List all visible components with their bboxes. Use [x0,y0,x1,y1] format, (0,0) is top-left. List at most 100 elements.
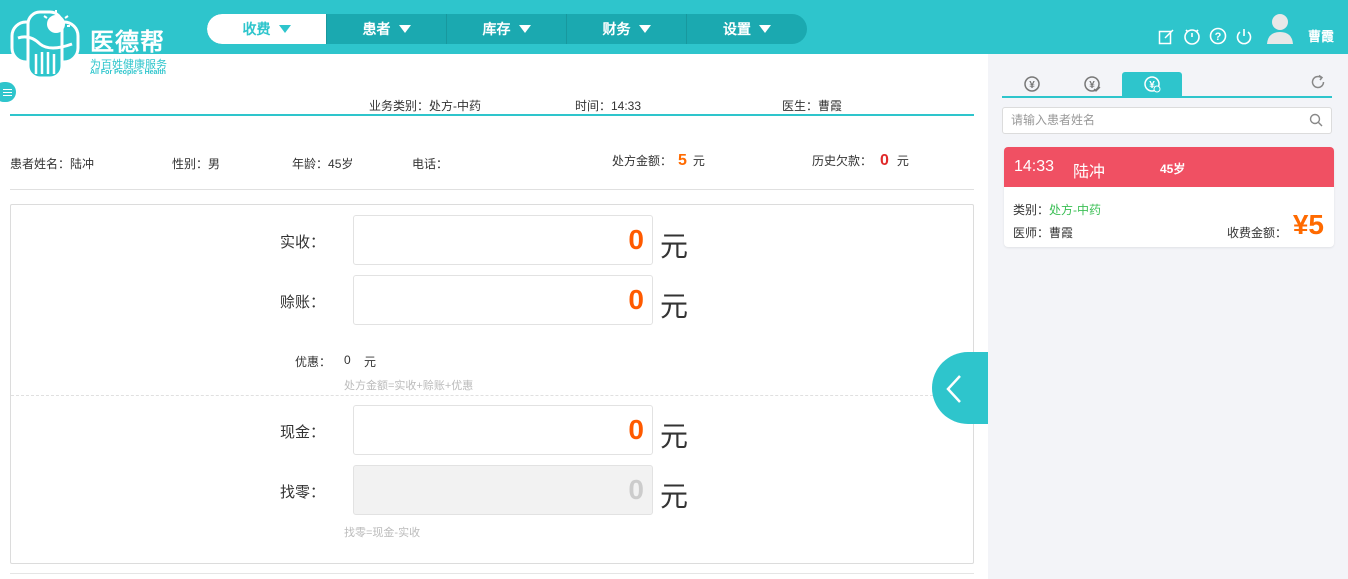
patient-name-label: 患者姓名： [10,157,71,171]
menu-toggle-icon[interactable] [0,82,16,102]
nav-item-inventory[interactable]: 库存 [447,14,567,44]
order-fee-amount: ¥5 [1292,209,1324,240]
payment-card: 实收： 0 元 赊账： 0 元 优惠： 0 元 处方金额=实收+赊账+优惠 现金… [10,204,974,564]
chevron-left-icon [946,375,961,403]
nav-item-settings[interactable]: 设置 [687,14,807,44]
discount-label: 优惠： [295,355,332,369]
header-icon-group: ? [1156,26,1254,46]
nav-item-label: 收费 [242,21,271,37]
order-patient-age: 45岁 [1160,162,1186,176]
logo: 医德帮 为百姓健康服务 All For People's Health [10,6,210,80]
prescription-amount: 处方金额： 5 元 [612,152,705,170]
formula-hint-amount: 处方金额=实收+赊账+优惠 [344,380,474,392]
nav-item-label: 设置 [723,21,751,37]
order-time: 14:33 [1014,158,1055,175]
discount-unit: 元 [364,355,377,369]
tab-unpaid[interactable]: ¥ [1002,72,1062,96]
order-type-value: 处方-中药 [1049,203,1102,217]
svg-text:?: ? [1215,31,1222,43]
business-type: 业务类别：处方-中药 [369,99,481,113]
prescription-amount-label: 处方金额： [612,154,673,168]
search-icon[interactable] [1309,113,1323,127]
brand-slogan-en: All For People's Health [90,69,166,76]
history-debt-label: 历史欠款： [812,154,873,168]
chevron-down-icon [518,25,531,33]
patient-divider [10,189,974,190]
patient-age-label: 年龄： [292,157,329,171]
patient-name: 患者姓名：陆冲 [10,155,94,172]
nav-item-label: 库存 [482,21,511,37]
record-doctor: 医生：曹霞 [782,99,843,113]
nav-item-label: 患者 [362,21,391,37]
card-edge-decoration [10,560,974,568]
order-tabs: ¥ ¥ ¥ [1002,72,1332,98]
patient-gender: 性别：男 [172,155,220,172]
edit-icon[interactable] [1156,26,1176,46]
tab-pending[interactable]: ¥ [1122,72,1182,96]
dashed-divider [11,395,973,396]
change-input: 0 [353,465,653,515]
order-card-body: 类别：处方-中药 医师：曹霞 收费金额： ¥5 [1004,187,1334,247]
svg-text:¥: ¥ [1029,80,1035,91]
order-patient-name: 陆冲 [1073,164,1106,181]
cash-label: 现金： [279,424,325,441]
record-time: 时间：14:33 [575,99,642,113]
order-card-header: 14:33 陆冲 45岁 [1004,147,1334,187]
patient-name-value: 陆冲 [70,157,95,171]
order-fee-label: 收费金额： [1227,226,1288,240]
received-label: 实收： [279,234,325,251]
yuan-coin-clock-icon: ¥ [1144,76,1161,93]
help-icon[interactable]: ? [1208,26,1228,46]
cash-unit: 元 [660,421,689,452]
username[interactable]: 曹霞 [1308,26,1334,45]
history-debt: 历史欠款： 0 元 [812,152,909,170]
change-label: 找零： [279,484,325,501]
chevron-down-icon [278,25,291,33]
logo-mark-icon [10,10,80,80]
nav-item-finance[interactable]: 财务 [567,14,687,44]
nav-item-charge[interactable]: 收费 [207,14,327,44]
prescription-amount-value: 5 [678,152,687,169]
patient-gender-value: 男 [208,157,221,171]
bottom-divider [10,573,974,574]
chevron-down-icon [638,25,651,33]
patient-age-value: 45岁 [328,157,354,171]
main-nav: 收费 患者 库存 财务 设置 [207,14,807,44]
order-doctor-label: 医师： [1013,226,1050,240]
received-input[interactable]: 0 [353,215,653,265]
order-type: 类别：处方-中药 [1013,201,1101,218]
chevron-down-icon [759,25,771,33]
change-unit: 元 [660,481,689,512]
yuan-coin-icon: ¥ [1024,76,1040,92]
credit-input[interactable]: 0 [353,275,653,325]
nav-item-label: 财务 [602,21,631,37]
pending-order-card[interactable]: 14:33 陆冲 45岁 类别：处方-中药 医师：曹霞 收费金额： ¥5 [1004,147,1334,247]
prescription-amount-unit: 元 [692,154,705,168]
timer-icon[interactable] [1182,26,1202,46]
patient-phone-label: 电话： [412,157,449,171]
yuan-coin-check-icon: ¥ [1084,76,1101,92]
power-icon[interactable] [1234,26,1254,46]
credit-label: 赊账： [279,294,325,311]
patient-age: 年龄：45岁 [292,155,353,172]
formula-hint-change: 找零=现金-实收 [344,527,421,539]
nav-item-patient[interactable]: 患者 [327,14,447,44]
order-doctor-value: 曹霞 [1049,226,1074,240]
credit-unit: 元 [660,291,689,322]
order-doctor: 医师：曹霞 [1013,224,1073,241]
discount-value: 0 [344,353,351,367]
patient-search-input[interactable]: 请输入患者姓名 [1002,107,1332,134]
patient-gender-label: 性别： [172,157,209,171]
tab-paid[interactable]: ¥ [1062,72,1122,96]
brand-name: 医德帮 [90,29,165,56]
avatar[interactable] [1266,12,1294,46]
refresh-icon[interactable] [1310,74,1326,95]
cash-input[interactable]: 0 [353,405,653,455]
header-divider [10,114,974,116]
chevron-down-icon [398,25,411,33]
search-placeholder: 请输入患者姓名 [1011,113,1096,127]
history-debt-value: 0 [880,152,889,169]
order-type-label: 类别： [1013,203,1050,217]
right-panel: ¥ ¥ ¥ 请输入患者姓名 14:33 陆冲 45岁 类别：处方-中药 医师：曹… [988,54,1348,579]
received-unit: 元 [660,231,689,262]
